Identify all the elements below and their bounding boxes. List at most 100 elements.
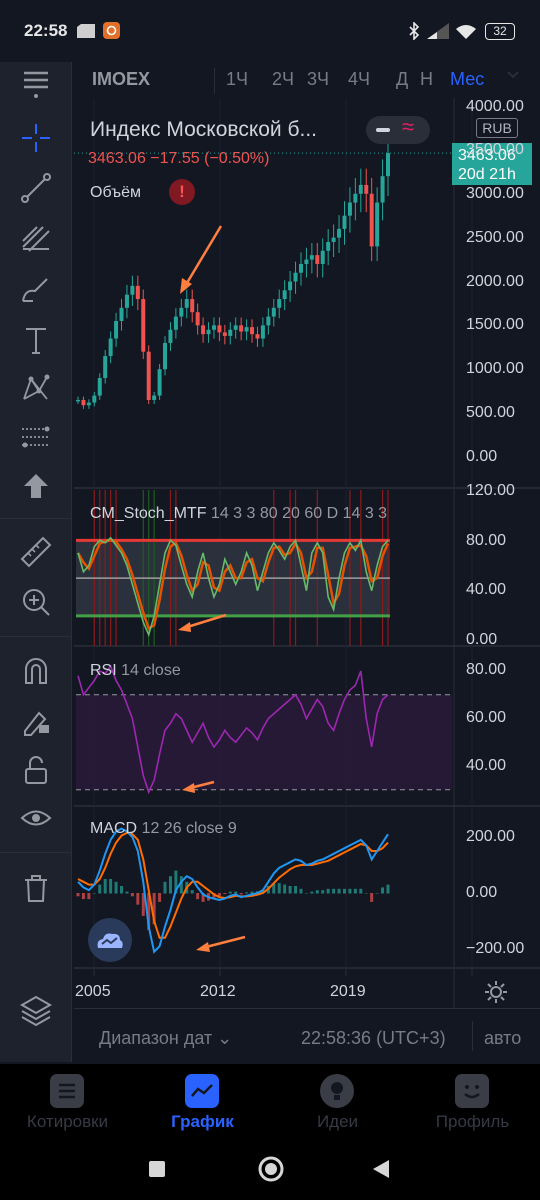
candle-body <box>293 272 298 282</box>
candle-body <box>347 202 352 216</box>
ruler-icon[interactable] <box>16 532 56 572</box>
sd-card-icon <box>77 24 95 38</box>
candle-body <box>86 402 91 406</box>
unlock-icon[interactable] <box>16 750 56 790</box>
crosshair-icon[interactable] <box>16 118 56 158</box>
lock-drawing-icon[interactable] <box>16 700 56 740</box>
layers-icon[interactable] <box>16 990 56 1030</box>
candle-body <box>173 316 178 330</box>
macd-histogram-bar <box>304 893 308 894</box>
candle-body <box>250 327 255 335</box>
macd-histogram-bar <box>342 888 346 894</box>
indicator-wave-icon[interactable]: ≈ <box>402 114 414 140</box>
clock-timezone[interactable]: 22:58:36 (UTC+3) <box>301 1028 446 1049</box>
bottom-navigation: Котировки График Идеи Профиль <box>0 1064 540 1140</box>
brush-icon[interactable] <box>16 270 56 310</box>
macd-histogram-bar <box>364 893 368 894</box>
candle-body <box>233 325 238 330</box>
macd-histogram-bar <box>375 893 379 894</box>
auto-scale-toggle[interactable]: авто <box>484 1028 521 1049</box>
volume-alert-icon[interactable]: ! <box>169 179 195 205</box>
macd-histogram-bar <box>136 893 140 905</box>
candle-body <box>309 255 314 260</box>
currency-label[interactable]: RUB <box>476 118 518 138</box>
home-icon[interactable] <box>257 1155 285 1183</box>
fib-retracement-icon[interactable] <box>16 418 56 458</box>
candle-body <box>108 338 113 357</box>
symbol-button[interactable]: IMOEX <box>92 69 150 90</box>
date-range-button[interactable]: Диапазон дат ⌄ <box>99 1028 232 1049</box>
timeframe-3[interactable]: 4Ч <box>348 69 370 90</box>
candle-body <box>97 378 102 396</box>
candle-body <box>380 176 385 203</box>
macd-legend[interactable]: MACD 12 26 close 9 <box>90 820 237 838</box>
price-change-readout: 3463.06 −17.55 (−0.50%) <box>88 150 270 167</box>
pitchfork-icon[interactable] <box>16 218 56 258</box>
tradingview-logo-icon[interactable] <box>88 918 132 962</box>
lightbulb-icon <box>320 1074 354 1108</box>
back-icon[interactable] <box>372 1159 390 1179</box>
timeframe-0[interactable]: 1Ч <box>226 69 248 90</box>
macd-histogram-bar <box>158 893 162 902</box>
recents-icon[interactable] <box>148 1160 166 1178</box>
candle-body <box>315 255 320 264</box>
menu-icon[interactable] <box>16 62 56 102</box>
timeframe-5[interactable]: Н <box>420 69 433 90</box>
chevron-down-icon[interactable] <box>506 70 520 80</box>
signal-icon <box>427 23 449 39</box>
candle-body <box>157 369 162 396</box>
timeframe-1[interactable]: 2Ч <box>272 69 294 90</box>
pattern-icon[interactable] <box>16 368 56 408</box>
timeframe-6[interactable]: Мес <box>450 69 484 90</box>
magnet-icon[interactable] <box>16 650 56 690</box>
macd-histogram-bar <box>245 892 249 894</box>
bluetooth-icon <box>409 22 420 40</box>
text-tool-icon[interactable] <box>16 320 56 360</box>
stoch-axis-label: 80.00 <box>466 532 507 549</box>
nav-quotes[interactable]: Котировки <box>0 1064 135 1140</box>
macd-histogram-bar <box>294 886 298 894</box>
macd-histogram-bar <box>299 888 303 894</box>
nav-chart[interactable]: График <box>135 1064 270 1140</box>
macd-histogram-bar <box>370 893 374 902</box>
timeframe-4[interactable]: Д <box>396 69 408 90</box>
time-label-2012: 2012 <box>200 983 236 1000</box>
candle-body <box>282 290 287 300</box>
trash-icon[interactable] <box>16 868 56 908</box>
main-axis-label: 1500.00 <box>466 316 524 333</box>
macd-histogram-bar <box>109 879 113 894</box>
toolbar-divider <box>0 518 72 519</box>
candle-body <box>320 250 325 264</box>
nav-ideas[interactable]: Идеи <box>270 1064 405 1140</box>
candle-body <box>288 281 293 291</box>
candle-body <box>119 307 124 321</box>
chart-icon <box>185 1074 219 1108</box>
macd-histogram-bar <box>103 879 107 894</box>
annotation-arrowhead <box>180 278 192 294</box>
timeframe-2[interactable]: 3Ч <box>307 69 329 90</box>
toolbar-divider <box>0 636 72 637</box>
main-axis-label: 4000.00 <box>466 98 524 115</box>
trend-line-icon[interactable] <box>16 168 56 208</box>
collapse-icon[interactable] <box>376 128 390 132</box>
macd-axis-label: 200.00 <box>466 828 515 845</box>
chart-header: IMOEX 1Ч 2Ч 3Ч 4Ч Д Н Мес <box>74 62 540 98</box>
eye-icon[interactable] <box>16 798 56 838</box>
stoch-legend[interactable]: CM_Stoch_MTF 14 3 3 80 20 60 D 14 3 3 <box>90 505 387 523</box>
arrow-up-icon[interactable] <box>16 466 56 506</box>
volume-label[interactable]: Объём <box>90 184 141 202</box>
candle-body <box>146 351 151 400</box>
settings-gear-icon[interactable] <box>484 980 508 1004</box>
candle-body <box>375 202 380 247</box>
system-navigation <box>0 1140 540 1200</box>
rsi-legend[interactable]: RSI 14 close <box>90 662 181 680</box>
zoom-in-icon[interactable] <box>16 582 56 622</box>
candle-body <box>135 285 140 300</box>
macd-histogram-bar <box>315 890 319 894</box>
toolbar-divider <box>0 852 72 853</box>
nav-profile[interactable]: Профиль <box>405 1064 540 1140</box>
candle-body <box>304 259 309 264</box>
candle-body <box>271 307 276 317</box>
macd-histogram-bar <box>321 890 325 894</box>
main-axis-label: 0.00 <box>466 448 498 465</box>
